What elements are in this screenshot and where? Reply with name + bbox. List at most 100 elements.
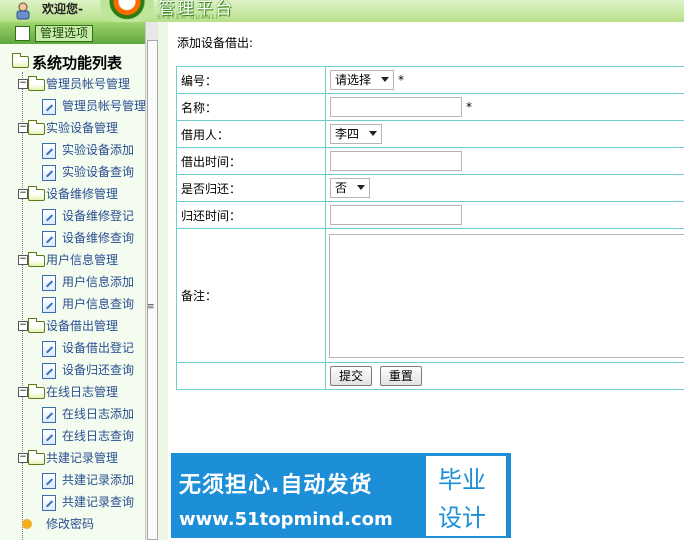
sidebar-scrollbar[interactable] — [145, 22, 158, 540]
folder-icon — [28, 450, 45, 465]
document-edit-icon — [42, 231, 56, 247]
document-edit-icon — [42, 165, 56, 181]
collapse-icon[interactable]: − — [18, 321, 28, 331]
watermark-url: www.51topmind.com — [179, 509, 393, 530]
key-icon — [22, 519, 32, 529]
collapse-icon[interactable]: − — [18, 123, 28, 133]
lend-time-label: 借出时间： — [176, 147, 326, 175]
sidebar-item-label: 共建记录添加 — [62, 473, 135, 487]
user-icon — [14, 2, 32, 20]
sidebar-header: 管理选项 — [0, 22, 158, 44]
sidebar-item-label: 设备维修查询 — [62, 231, 135, 245]
actions-spacer — [176, 362, 326, 390]
document-edit-icon — [42, 407, 56, 423]
returned-select[interactable]: 否 — [330, 178, 371, 198]
remark-label: 备注： — [176, 228, 326, 363]
sidebar-item-label: 实验设备添加 — [62, 143, 135, 157]
sidebar-item-label: 修改密码 — [46, 517, 95, 531]
name-input[interactable] — [330, 97, 462, 117]
form-row-remark: 备注： — [176, 228, 684, 363]
form-row-borrower: 借用人： 李四 — [176, 120, 684, 148]
borrower-select-value: 李四 — [335, 127, 360, 141]
form-row-lend-time: 借出时间： — [176, 147, 684, 175]
watermark-text: 无须担心.自动发货 — [179, 473, 373, 498]
logo-icon — [100, 0, 154, 22]
folder-icon — [28, 252, 45, 267]
returned-label: 是否归还： — [176, 174, 326, 202]
form-row-name: 名称： * — [176, 93, 684, 121]
document-edit-icon — [42, 275, 56, 291]
return-time-label: 归还时间： — [176, 201, 326, 229]
scrollbar-thumb[interactable] — [147, 40, 158, 540]
tree-root-label: 系统功能列表 — [32, 54, 123, 72]
return-time-input[interactable] — [330, 205, 462, 225]
management-options-tab[interactable]: 管理选项 — [35, 25, 94, 42]
document-edit-icon — [42, 429, 56, 445]
category-label: 共建记录管理 — [46, 451, 119, 465]
chevron-down-icon — [369, 131, 378, 136]
category-label: 设备借出管理 — [46, 319, 119, 333]
sidebar-item-label: 管理员帐号管理 — [62, 99, 145, 113]
form-row-returned: 是否归还： 否 — [176, 174, 684, 202]
required-mark: * — [466, 99, 472, 114]
sidebar-item-label: 用户信息添加 — [62, 275, 135, 289]
category-label: 设备维修管理 — [46, 187, 119, 201]
tree-connector — [22, 72, 23, 540]
document-edit-icon — [42, 99, 56, 115]
watermark-badge-line2: 设计 — [438, 504, 486, 532]
folder-icon — [28, 76, 45, 91]
watermark-badge-line1: 毕业 — [438, 466, 486, 494]
document-edit-icon — [42, 341, 56, 357]
sidebar-item-label: 设备维修登记 — [62, 209, 135, 223]
welcome-text: 欢迎您- — [42, 2, 83, 16]
sidebar-item-label: 共建记录查询 — [62, 495, 135, 509]
borrower-select[interactable]: 李四 — [330, 124, 383, 144]
lend-time-input[interactable] — [330, 151, 462, 171]
top-banner: 欢迎您- 管理平台 SYSTEM GUANLI — [0, 0, 684, 23]
remark-textarea[interactable] — [329, 234, 684, 358]
number-select-value: 请选择 — [335, 73, 372, 87]
function-tree: 系统功能列表 − 管理员帐号管理 管理员帐号管理 − 实验设备管理 实验设备添加… — [0, 52, 145, 540]
category-label: 实验设备管理 — [46, 121, 119, 135]
chevron-down-icon — [381, 77, 390, 82]
collapse-icon[interactable]: − — [18, 255, 28, 265]
returned-select-value: 否 — [335, 181, 348, 195]
sidebar-item-label: 设备借出登记 — [62, 341, 135, 355]
category-label: 在线日志管理 — [46, 385, 119, 399]
brand-subtitle: SYSTEM GUANLI — [157, 14, 219, 21]
form-row-number: 编号： 请选择 * — [176, 66, 684, 94]
document-edit-icon — [42, 209, 56, 225]
collapse-icon[interactable]: − — [18, 453, 28, 463]
chevron-down-icon — [357, 185, 366, 190]
watermark-badge: 毕业 设计 — [426, 456, 506, 536]
frame-splitter[interactable] — [158, 22, 168, 540]
folder-icon — [28, 120, 45, 135]
document-edit-icon — [42, 495, 56, 511]
reset-button[interactable]: 重置 — [379, 366, 422, 386]
collapse-icon[interactable]: − — [18, 189, 28, 199]
collapse-arrow-icon[interactable]: ≡ — [147, 302, 155, 312]
sidebar-item-label: 用户信息查询 — [62, 297, 135, 311]
document-edit-icon — [42, 473, 56, 489]
watermark-banner: 无须担心.自动发货 www.51topmind.com 毕业 设计 — [171, 453, 511, 538]
sidebar-item-label: 设备归还查询 — [62, 363, 135, 377]
page-title: 添加设备借出: — [177, 36, 254, 50]
submit-button[interactable]: 提交 — [330, 366, 373, 386]
document-edit-icon — [42, 297, 56, 313]
required-mark: * — [398, 72, 405, 87]
number-select[interactable]: 请选择 — [330, 70, 395, 90]
folder-icon — [28, 384, 45, 399]
category-label: 管理员帐号管理 — [46, 77, 131, 91]
folder-icon — [28, 186, 45, 201]
document-edit-icon — [42, 363, 56, 379]
sidebar: 管理选项 系统功能列表 − 管理员帐号管理 管理员帐号管理 − 实验设备管理 实… — [0, 22, 159, 540]
document-edit-icon — [42, 143, 56, 159]
folder-icon — [28, 318, 45, 333]
number-label: 编号： — [176, 66, 326, 94]
category-label: 用户信息管理 — [46, 253, 119, 267]
collapse-icon[interactable]: − — [18, 387, 28, 397]
sidebar-item-label: 在线日志查询 — [62, 429, 135, 443]
collapse-icon[interactable]: − — [18, 79, 28, 89]
folder-icon — [12, 53, 29, 68]
form-row-return-time: 归还时间： — [176, 201, 684, 229]
